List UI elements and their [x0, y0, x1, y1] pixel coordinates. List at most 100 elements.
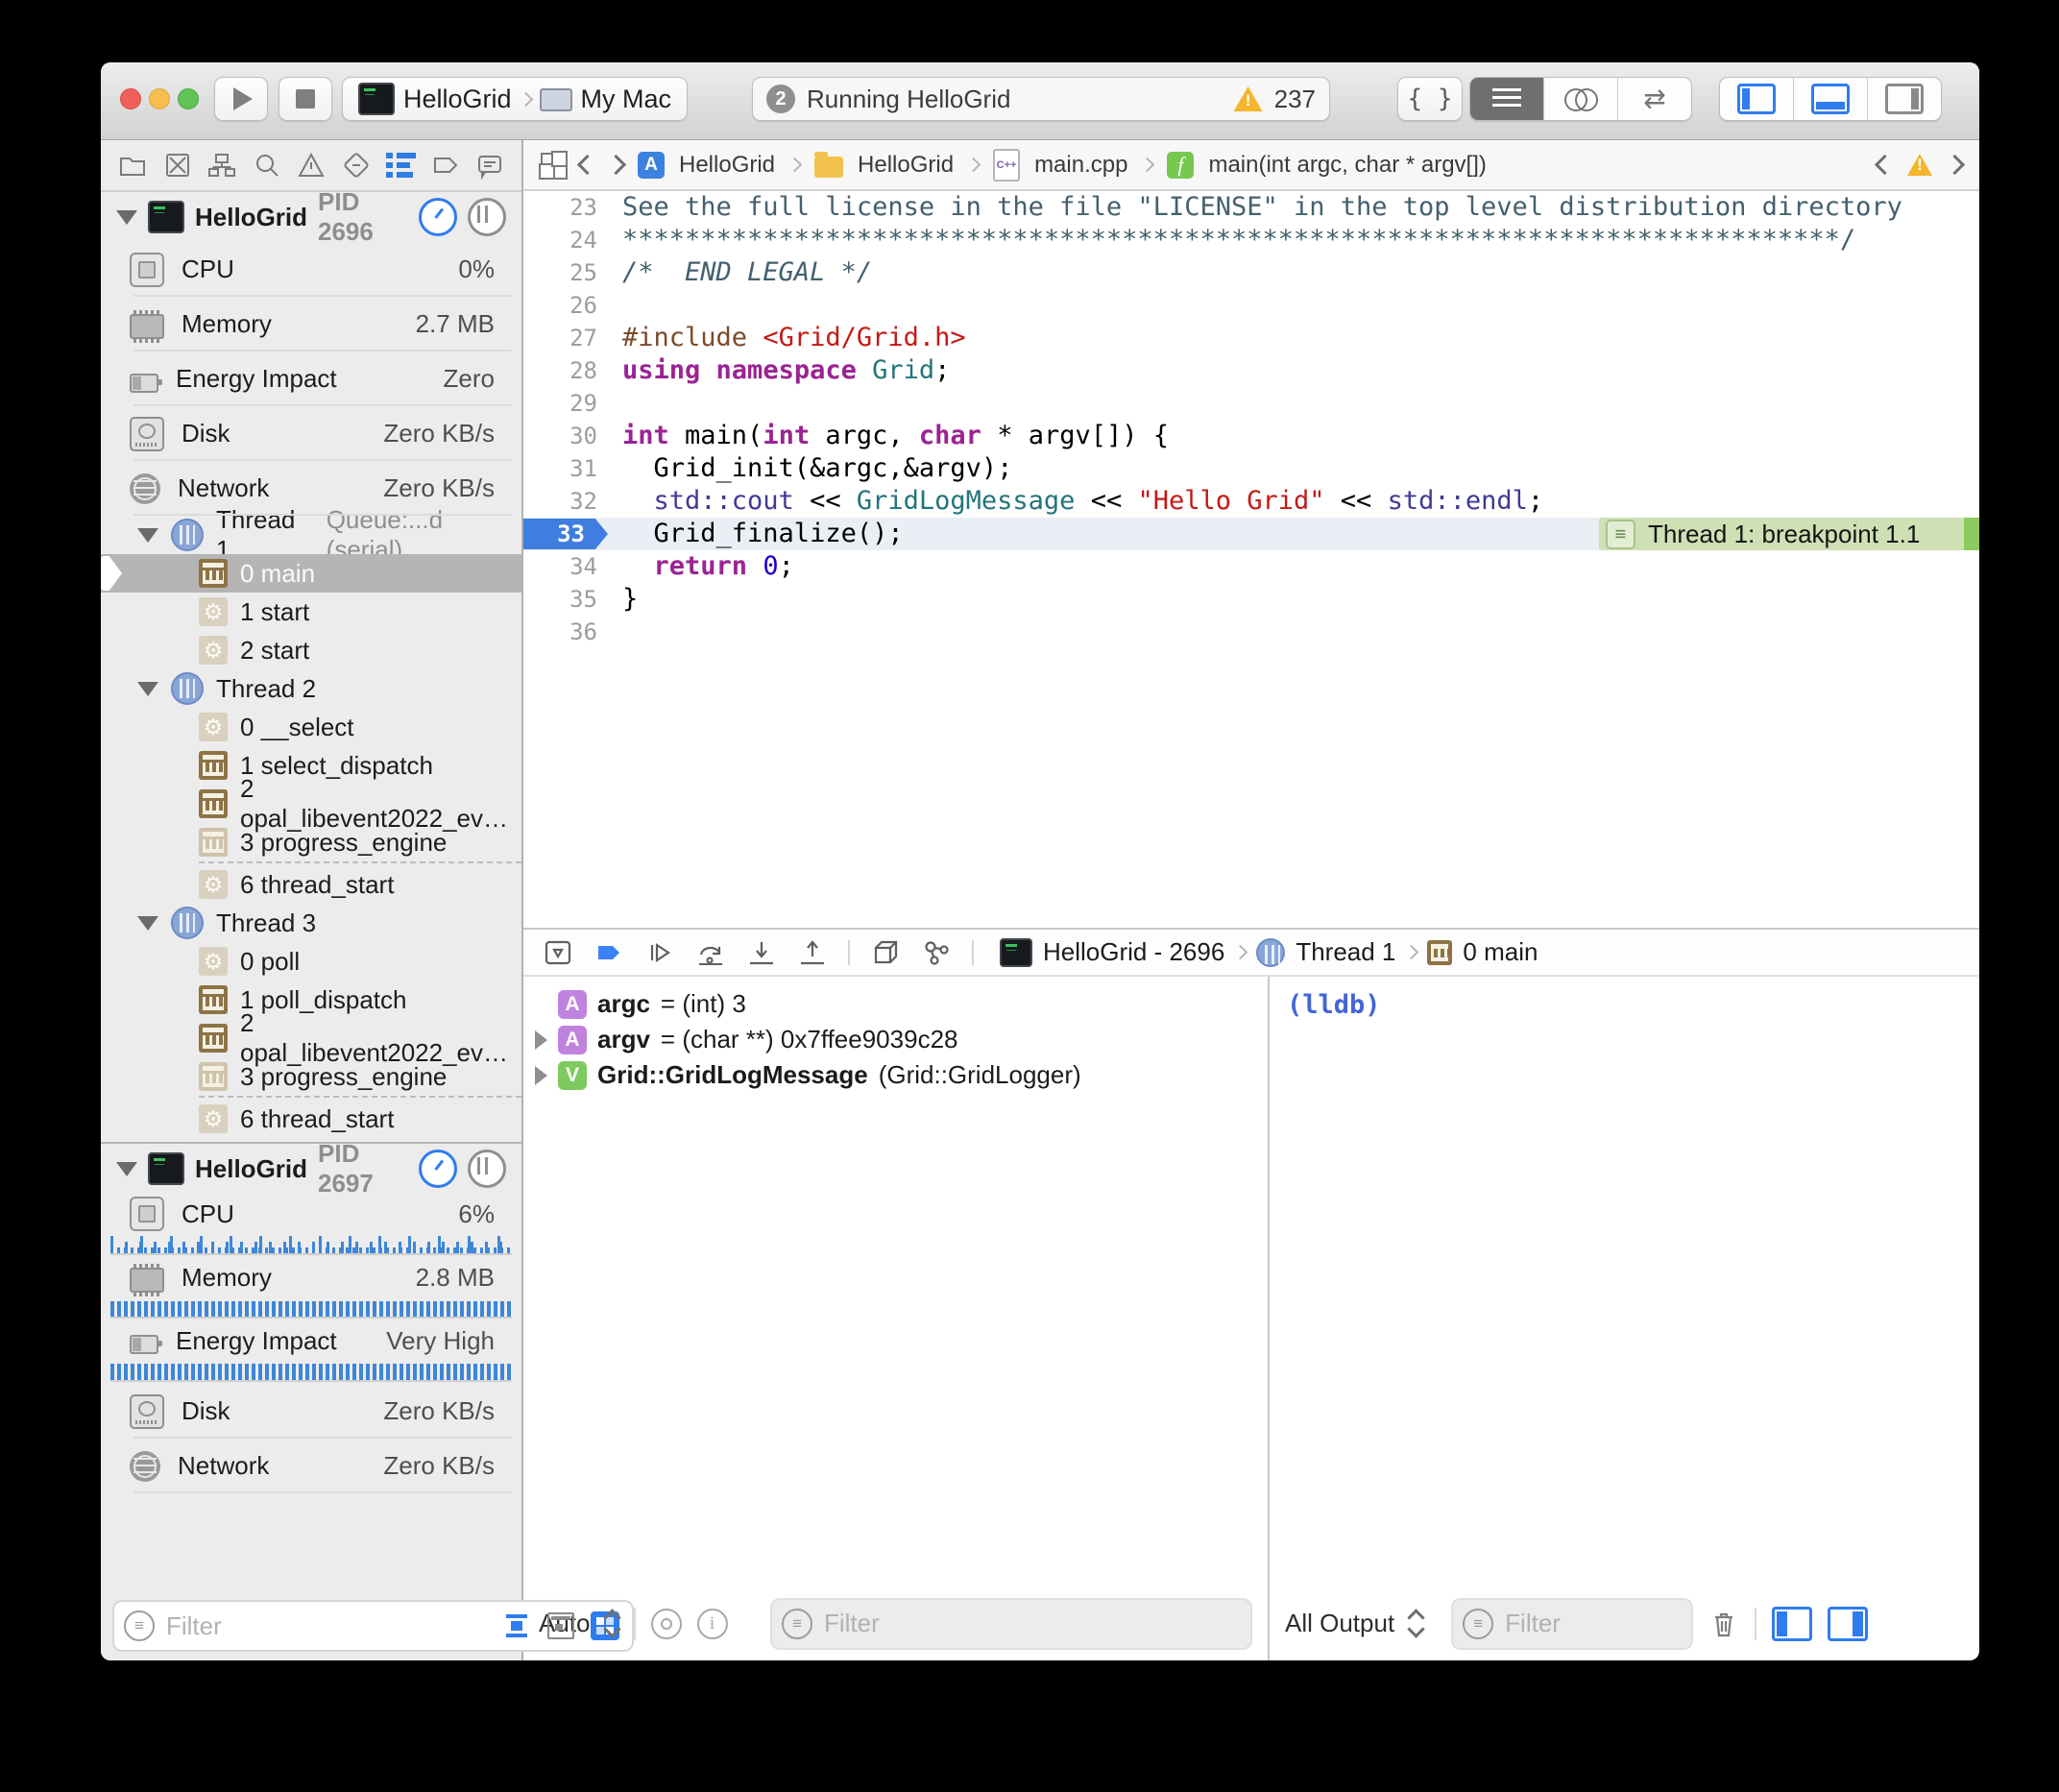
quick-look-icon[interactable]: [651, 1609, 682, 1639]
network-gauge-row[interactable]: Network Zero KB/s: [101, 461, 521, 516]
previous-issue-chevron-icon[interactable]: [1875, 155, 1895, 175]
code-line[interactable]: 24**************************************…: [523, 224, 1979, 256]
thread-3-row[interactable]: Thread 3: [101, 904, 521, 942]
popup-chevrons-icon[interactable]: [1410, 1611, 1422, 1635]
debug-view-hierarchy-button[interactable]: [870, 937, 901, 968]
toggle-navigator-button[interactable]: [1720, 78, 1794, 120]
stack-frame-row[interactable]: ⚙ 1 start: [101, 593, 521, 631]
step-over-button[interactable]: [695, 937, 726, 968]
stack-frame-row[interactable]: ⚙ 0 __select: [101, 708, 521, 746]
next-issue-chevron-icon[interactable]: [1945, 155, 1965, 175]
debug-navigator-tab[interactable]: [384, 149, 417, 182]
step-into-button[interactable]: [746, 937, 777, 968]
scheme-selector[interactable]: HelloGrid My Mac: [342, 77, 688, 121]
variable-row[interactable]: A argv = (char **) 0x7ffee9039c28: [523, 1022, 1268, 1057]
stack-frame-row[interactable]: 3 progress_engine: [101, 823, 521, 861]
breadcrumb-folder[interactable]: HelloGrid: [858, 152, 954, 179]
variables-filter-field[interactable]: ≡: [770, 1598, 1252, 1650]
breadcrumb-symbol[interactable]: main(int argc, char * argv[]): [1208, 152, 1486, 179]
performance-gauge-icon[interactable]: [419, 1150, 457, 1188]
minimize-window-button[interactable]: [149, 88, 170, 109]
code-line[interactable]: 35}: [523, 583, 1979, 616]
test-navigator-tab[interactable]: [340, 149, 373, 182]
thread-view-mode-icon[interactable]: [468, 1150, 506, 1188]
stack-frame-row[interactable]: 2 opal_libevent2022_ev…: [101, 1019, 521, 1057]
warning-icon[interactable]: [1907, 154, 1932, 176]
disclosure-triangle-icon[interactable]: [116, 210, 137, 225]
variable-row[interactable]: A argc = (int) 3: [523, 986, 1268, 1022]
line-number[interactable]: 29: [523, 387, 597, 420]
line-number[interactable]: 27: [523, 322, 597, 354]
breadcrumb-file[interactable]: main.cpp: [1034, 152, 1127, 179]
thread-view-mode-icon[interactable]: [468, 198, 506, 236]
stack-frame-row[interactable]: ⚙ 6 thread_start: [101, 1100, 521, 1138]
stop-button[interactable]: [279, 77, 332, 121]
thread-list-icon[interactable]: ≡: [1606, 520, 1635, 549]
line-number[interactable]: 26: [523, 289, 597, 322]
back-chevron-icon[interactable]: [577, 155, 597, 175]
console-filter-field[interactable]: ≡: [1451, 1598, 1693, 1650]
standard-editor-button[interactable]: [1470, 78, 1544, 120]
code-line[interactable]: 28using namespace Grid;: [523, 354, 1979, 387]
step-out-button[interactable]: [797, 937, 828, 968]
stack-frame-row[interactable]: ⚙ 6 thread_start: [101, 865, 521, 904]
code-snippet-button[interactable]: { }: [1397, 77, 1463, 121]
disk-gauge-row[interactable]: Disk Zero KB/s: [101, 1384, 521, 1439]
code-line[interactable]: 29: [523, 387, 1979, 420]
toggle-debug-area-button[interactable]: [1794, 78, 1868, 120]
project-navigator-tab[interactable]: [116, 149, 149, 182]
code-line-breakpoint[interactable]: 33 Grid_finalize(); ≡ Thread 1: breakpoi…: [523, 518, 1979, 550]
cpu-gauge-row[interactable]: CPU 0%: [101, 242, 521, 297]
code-line[interactable]: 30int main(int argc, char * argv[]) {: [523, 420, 1979, 452]
line-number[interactable]: 31: [523, 452, 597, 485]
code-line[interactable]: 31 Grid_init(&argc,&argv);: [523, 452, 1979, 485]
variable-row[interactable]: V Grid::GridLogMessage (Grid::GridLogger…: [523, 1057, 1268, 1093]
disclosure-triangle-icon[interactable]: [137, 528, 158, 543]
disclosure-triangle-icon[interactable]: [535, 1030, 547, 1050]
popup-chevrons-icon[interactable]: [606, 1611, 618, 1635]
memory-graph-button[interactable]: [921, 937, 952, 968]
line-number[interactable]: 24: [523, 224, 597, 256]
close-window-button[interactable]: [120, 88, 141, 109]
code-line[interactable]: 36: [523, 616, 1979, 648]
report-navigator-tab[interactable]: [473, 149, 506, 182]
forward-chevron-icon[interactable]: [606, 155, 626, 175]
line-number[interactable]: 36: [523, 616, 597, 648]
code-line[interactable]: 26: [523, 289, 1979, 322]
disclosure-triangle-icon[interactable]: [137, 682, 158, 696]
stack-frame-row-selected[interactable]: 0 main: [101, 554, 521, 593]
hide-debug-area-button[interactable]: [543, 937, 573, 968]
stack-frame-row[interactable]: 3 progress_engine: [101, 1057, 521, 1096]
line-number[interactable]: 35: [523, 583, 597, 616]
process-row-2696[interactable]: HelloGrid PID 2696: [101, 192, 521, 242]
navigator-filter-input[interactable]: [164, 1610, 490, 1642]
console-output[interactable]: (lldb): [1270, 977, 1979, 1586]
disclosure-triangle-icon[interactable]: [116, 1162, 137, 1176]
run-button[interactable]: [214, 77, 268, 121]
memory-gauge-row[interactable]: Memory 2.7 MB: [101, 297, 521, 351]
line-number[interactable]: 34: [523, 550, 597, 583]
line-number[interactable]: 30: [523, 420, 597, 452]
code-line[interactable]: 25/* END LEGAL */: [523, 256, 1979, 289]
source-editor[interactable]: 23See the full license in the file "LICE…: [523, 191, 1979, 928]
zoom-window-button[interactable]: [178, 88, 199, 109]
breadcrumb-project[interactable]: HelloGrid: [679, 152, 775, 179]
clear-console-button[interactable]: [1708, 1609, 1739, 1639]
code-line[interactable]: 23See the full license in the file "LICE…: [523, 191, 1979, 224]
cpu-gauge-row[interactable]: CPU 6%: [101, 1194, 521, 1234]
related-items-icon[interactable]: [541, 153, 566, 178]
find-navigator-tab[interactable]: [251, 149, 283, 182]
continue-button[interactable]: [644, 937, 675, 968]
disclosure-triangle-icon[interactable]: [535, 1066, 547, 1085]
disclosure-triangle-icon[interactable]: [137, 916, 158, 931]
line-number[interactable]: 23: [523, 191, 597, 224]
memory-gauge-row[interactable]: Memory 2.8 MB: [101, 1257, 521, 1297]
filter-running-blocks-button[interactable]: [544, 1610, 578, 1641]
stack-frame-row[interactable]: 2 opal_libevent2022_ev…: [101, 785, 521, 823]
warning-count[interactable]: 237: [1274, 85, 1316, 114]
line-number[interactable]: 25: [523, 256, 597, 289]
toggle-console-view-button[interactable]: [1828, 1607, 1868, 1641]
process-row-2697[interactable]: HelloGrid PID 2697: [101, 1144, 521, 1194]
symbol-navigator-tab[interactable]: [206, 149, 238, 182]
breakpoint-navigator-tab[interactable]: [429, 149, 462, 182]
